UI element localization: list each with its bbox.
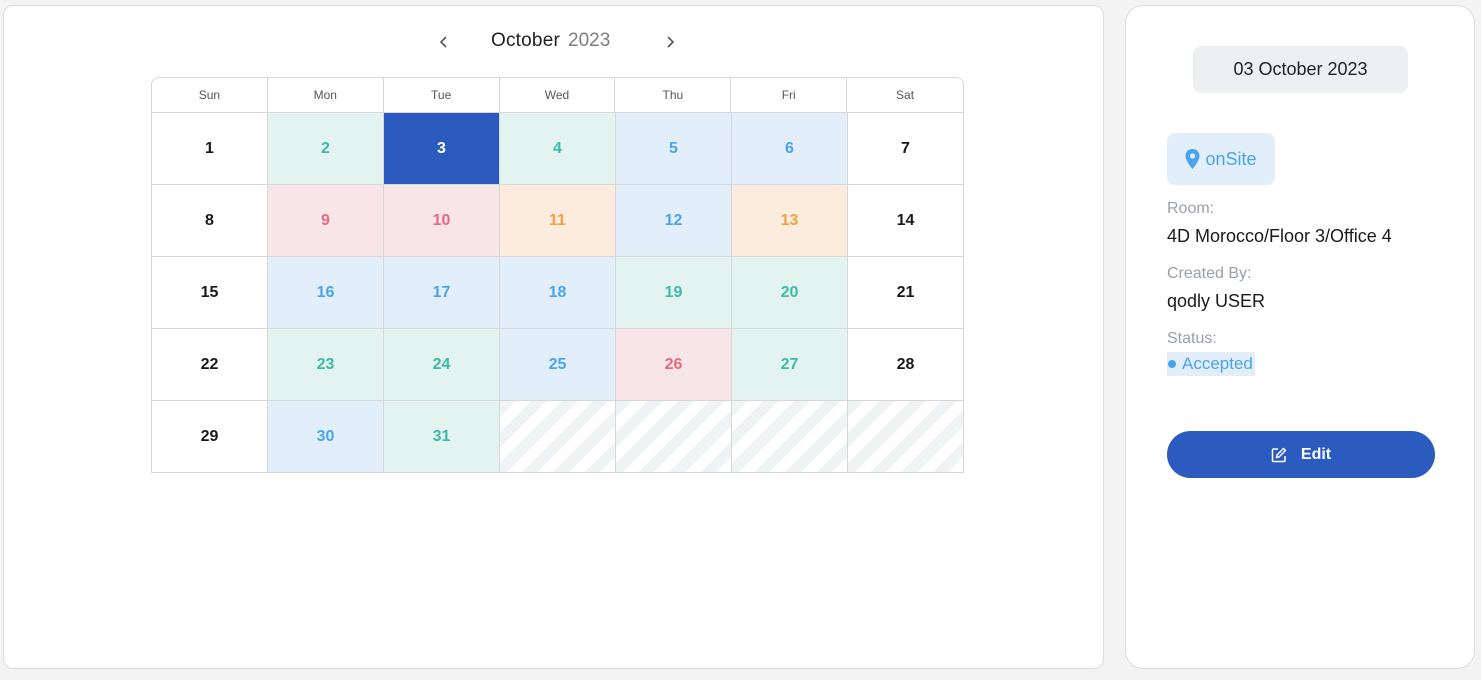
status-badge: Accepted [1167, 352, 1255, 376]
next-month-button[interactable] [656, 28, 684, 56]
month-label: October [491, 30, 560, 51]
weekday-header: Fri [731, 78, 848, 112]
weekday-header-row: Sun Mon Tue Wed Thu Fri Sat [151, 77, 964, 113]
selected-day-cell[interactable]: 3 [384, 113, 500, 185]
empty-day-cell [616, 401, 732, 473]
month-title: October 2023 [491, 30, 610, 52]
room-label: Room: [1167, 200, 1215, 217]
event-detail-panel: 03 October 2023 onSite Room: 4D Morocco/… [1125, 5, 1475, 669]
day-cell[interactable]: 20 [732, 257, 848, 329]
day-cell[interactable]: 29 [152, 401, 268, 473]
day-cell[interactable]: 22 [152, 329, 268, 401]
weekday-header: Thu [615, 78, 732, 112]
day-cell[interactable]: 14 [848, 185, 964, 257]
day-cell[interactable]: 13 [732, 185, 848, 257]
day-cell[interactable]: 21 [848, 257, 964, 329]
edit-label: Edit [1300, 445, 1332, 463]
day-cell[interactable]: 2 [268, 113, 384, 185]
calendar-panel: October 2023 Sun Mon Tue Wed Thu Fri Sat 123456… [3, 5, 1104, 669]
day-cell[interactable]: 12 [616, 185, 732, 257]
day-cell[interactable]: 11 [500, 185, 616, 257]
year-label: 2023 [568, 30, 611, 51]
weekday-header: Wed [500, 78, 616, 112]
empty-day-cell [732, 401, 848, 473]
event-type-label: onSite [1205, 148, 1257, 169]
day-cell[interactable]: 31 [384, 401, 500, 473]
day-cell[interactable]: 10 [384, 185, 500, 257]
day-cell[interactable]: 27 [732, 329, 848, 401]
room-value: 4D Morocco/Floor 3/Office 4 [1167, 226, 1392, 246]
day-cell[interactable]: 23 [268, 329, 384, 401]
selected-date: 03 October 2023 [1193, 46, 1408, 93]
calendar-days: 1 2 3 4 5 6 7 8 9 10 11 12 13 14 15 16 17 18 19 20 21 22 23 24 2… [151, 113, 964, 473]
status-label: Status: [1167, 330, 1217, 347]
status-dot [1168, 360, 1176, 368]
day-cell[interactable]: 9 [268, 185, 384, 257]
day-cell[interactable]: 19 [616, 257, 732, 329]
day-cell[interactable]: 16 [268, 257, 384, 329]
day-cell[interactable]: 6 [732, 113, 848, 185]
weekday-header: Mon [268, 78, 384, 112]
day-cell[interactable]: 5 [616, 113, 732, 185]
day-cell[interactable]: 28 [848, 329, 964, 401]
day-cell[interactable]: 30 [268, 401, 384, 473]
chevron-left-icon [439, 36, 447, 48]
weekday-header: Sun [152, 78, 268, 112]
empty-day-cell [848, 401, 964, 473]
previous-month-button[interactable] [430, 28, 458, 56]
event-type-badge: onSite [1167, 133, 1275, 185]
weekday-header: Sat [896, 88, 915, 102]
edit-button[interactable]: Edit [1167, 431, 1435, 478]
day-cell[interactable]: 1 [152, 113, 268, 185]
empty-day-cell [500, 401, 616, 473]
created-by-value: qodly USER [1167, 291, 1266, 311]
day-cell[interactable]: 8 [152, 185, 268, 257]
day-cell[interactable]: 17 [384, 257, 500, 329]
chevron-right-icon [667, 36, 675, 48]
created-by-label: Created By: [1167, 265, 1252, 282]
day-cell[interactable]: 25 [500, 329, 616, 401]
day-cell[interactable]: 7 [848, 113, 964, 185]
status-value: Accepted [1182, 354, 1253, 373]
day-cell[interactable]: 15 [152, 257, 268, 329]
map-pin-icon [1185, 149, 1200, 169]
edit-icon [1271, 447, 1287, 462]
day-cell[interactable]: 18 [500, 257, 616, 329]
calendar-header: October 2023 [424, 24, 694, 60]
calendar-grid: Sun Mon Tue Wed Thu Fri Sat 1 2 3 4 5 6 7 8 9 10 11 12 13 1… [151, 77, 964, 473]
weekday-header: Tue [384, 78, 500, 112]
day-cell[interactable]: 24 [384, 329, 500, 401]
day-cell[interactable]: 26 [616, 329, 732, 401]
day-cell[interactable]: 4 [500, 113, 616, 185]
